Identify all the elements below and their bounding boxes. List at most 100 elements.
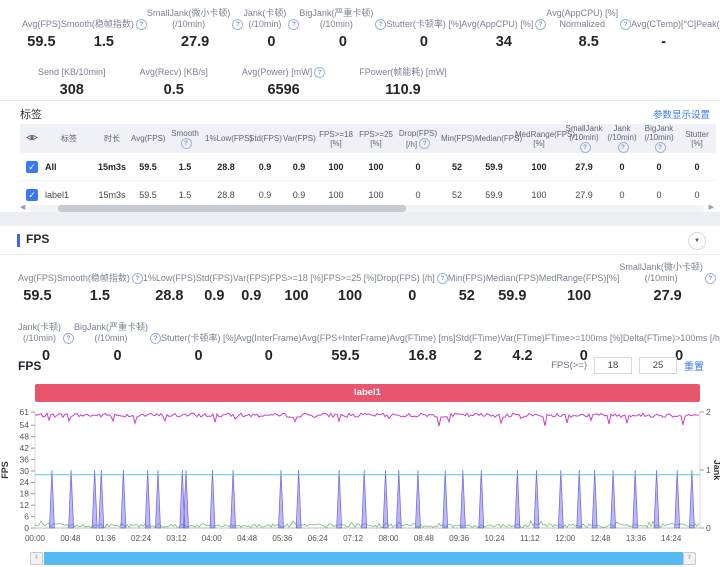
visibility-column-header[interactable] <box>20 124 44 153</box>
table-cell: 28.8 <box>204 153 248 181</box>
info-icon[interactable]: ? <box>181 138 192 149</box>
table-scroll-right-arrow[interactable]: ▶ <box>709 203 714 211</box>
info-icon[interactable]: ? <box>705 273 716 284</box>
metric-label: Avg(AppCPU) [%]? <box>461 8 546 30</box>
metric-label: 1%Low(FPS) <box>143 262 196 284</box>
svg-text:02:24: 02:24 <box>131 534 152 543</box>
labels-table: 标签时长Avg(FPS)Smooth?1%Low(FPS)Std(FPS)Var… <box>20 124 716 209</box>
metric-value: 52 <box>448 288 486 304</box>
table-cell: 100 <box>514 153 564 181</box>
chart-title: FPS <box>18 359 41 373</box>
table-horizontal-scrollbar[interactable] <box>30 205 704 212</box>
info-icon[interactable]: ? <box>620 19 631 30</box>
metric-label: Delta(FTime)>100ms [/h]? <box>623 322 720 344</box>
info-icon[interactable]: ? <box>419 138 430 149</box>
metric-label: Avg(FTime) [ms] <box>390 322 456 344</box>
row-checkbox[interactable]: ✓ <box>26 161 38 173</box>
info-icon[interactable]: ? <box>63 333 74 344</box>
metric-label: Var(FPS) <box>233 262 270 284</box>
metric-label: Avg(AppCPU) [%] Normalized? <box>546 8 631 30</box>
parameter-display-settings-link[interactable]: 参数显示设置 <box>653 107 710 121</box>
metric-value: 16.8 <box>390 348 456 364</box>
fps-threshold-label: FPS(>=) <box>551 360 587 371</box>
metric-label: FPower(帧能耗) [mW] <box>359 56 447 78</box>
labels-table-header-row: 标签时长Avg(FPS)Smooth?1%Low(FPS)Std(FPS)Var… <box>20 124 716 153</box>
summary-metrics-row-2: Send [KB/10min]308 Avg(Recv) [KB/s]0.5 Avg… <box>38 56 338 98</box>
metric: Var(FPS)0.9 <box>233 262 270 304</box>
info-icon[interactable]: ? <box>314 67 325 78</box>
right-axis-title: Jank <box>712 460 720 482</box>
metric: Drop(FPS) [/h]?0 <box>377 262 448 304</box>
svg-text:54: 54 <box>20 420 30 430</box>
info-icon[interactable]: ? <box>618 142 629 153</box>
label-name-cell: All <box>44 153 94 181</box>
metric: Avg(FPS)59.5 <box>22 8 61 50</box>
info-icon[interactable]: ? <box>150 333 161 344</box>
column-header: Std(FPS) <box>248 124 282 153</box>
range-handle-right[interactable]: ‖ <box>683 552 696 565</box>
info-icon[interactable]: ? <box>437 273 448 284</box>
table-scrollbar-thumb[interactable] <box>58 205 406 212</box>
metric: Stutter(卡顿率) [%]0 <box>161 322 236 364</box>
metric: FPS>=18 [%]100 <box>270 262 324 304</box>
metric: Avg(Power) [mW]? 6596 <box>242 56 325 98</box>
info-icon[interactable]: ? <box>580 142 591 153</box>
metric-label: FPS>=18 [%] <box>270 262 324 284</box>
fps-chart[interactable]: 61544842363024181260210FPSJank00:0000:48… <box>0 404 720 550</box>
metric-label: BigJank(严重卡顿) (/10min)? <box>74 322 161 344</box>
fps-threshold-low-input[interactable] <box>594 357 632 374</box>
info-icon[interactable]: ? <box>132 273 143 284</box>
svg-text:14:24: 14:24 <box>661 534 682 543</box>
collapse-section-button[interactable]: ▼ <box>688 232 706 250</box>
metric: Smooth(稳帧指数)?1.5 <box>61 8 147 50</box>
fps-threshold-controls: FPS(>=) 重置 <box>551 357 704 374</box>
info-icon[interactable]: ? <box>375 19 386 30</box>
right-axis-labels: 210 <box>700 407 711 533</box>
metric-label: Avg(CTemp)[°C] <box>631 8 696 30</box>
table-cell: 59.9 <box>474 153 514 181</box>
metric: Send [KB/10min]308 <box>38 56 106 98</box>
info-icon[interactable]: ? <box>655 142 666 153</box>
metric: FPS>=25 [%]100 <box>323 262 377 304</box>
column-header: FPS>=25 [%] <box>356 124 396 153</box>
metric: Var(FTime)4.2 <box>500 322 545 364</box>
svg-text:04:48: 04:48 <box>237 534 258 543</box>
table-cell: 100 <box>316 153 356 181</box>
metric-label: Avg(Power) [mW]? <box>242 56 325 78</box>
info-icon[interactable]: ? <box>535 19 546 30</box>
metric-label: Send [KB/10min] <box>38 56 106 78</box>
fps-metrics-row-1: Avg(FPS)59.5Smooth(稳帧指数)?1.51%Low(FPS)28… <box>18 262 694 304</box>
metric-value: 6596 <box>242 82 325 98</box>
metric: SmallJank(微小卡顿) (/10min)?27.9 <box>619 262 716 304</box>
series-legend-banner[interactable]: label1 <box>35 384 700 402</box>
row-checkbox[interactable]: ✓ <box>26 189 38 201</box>
range-selected-region[interactable] <box>44 552 683 565</box>
metric-label: Jank(卡顿) (/10min)? <box>18 322 74 344</box>
metric: SmallJank(微小卡顿) (/10min)?27.9 <box>147 8 244 50</box>
table-cell: 52 <box>440 153 474 181</box>
info-icon[interactable]: ? <box>136 19 147 30</box>
table-row: ✓All15m3s59.51.528.80.90.910010005259.91… <box>20 153 716 181</box>
reset-button[interactable]: 重置 <box>684 358 704 373</box>
metric: Min(FPS)52 <box>448 262 486 304</box>
metric-label: Var(FTime) <box>500 322 545 344</box>
metric-value: 34 <box>461 34 546 50</box>
metric: Std(FPS)0.9 <box>196 262 233 304</box>
metric: Jank(卡顿) (/10min)?0 <box>18 322 74 364</box>
metric: Avg(Recv) [KB/s]0.5 <box>140 56 208 98</box>
metric: BigJank(严重卡顿) (/10min)?0 <box>74 322 161 364</box>
fps-threshold-high-input[interactable] <box>639 357 677 374</box>
metric-value: 8.5 <box>546 34 631 50</box>
svg-text:09:36: 09:36 <box>449 534 470 543</box>
svg-text:06:24: 06:24 <box>308 534 329 543</box>
svg-text:03:12: 03:12 <box>166 534 187 543</box>
info-icon[interactable]: ? <box>232 19 243 30</box>
range-handle-left[interactable]: ‖ <box>30 552 43 565</box>
column-header: FPS>=18 [%] <box>316 124 356 153</box>
perfdog-report-page: Avg(FPS)59.5Smooth(稳帧指数)?1.5SmallJank(微小… <box>0 0 720 567</box>
metric: Avg(FPS)59.5 <box>18 262 57 304</box>
y-axis-title: FPS <box>0 461 10 479</box>
info-icon[interactable]: ? <box>288 19 299 30</box>
table-scroll-left-arrow[interactable]: ◀ <box>20 203 25 211</box>
table-cell: 15m3s <box>94 153 130 181</box>
